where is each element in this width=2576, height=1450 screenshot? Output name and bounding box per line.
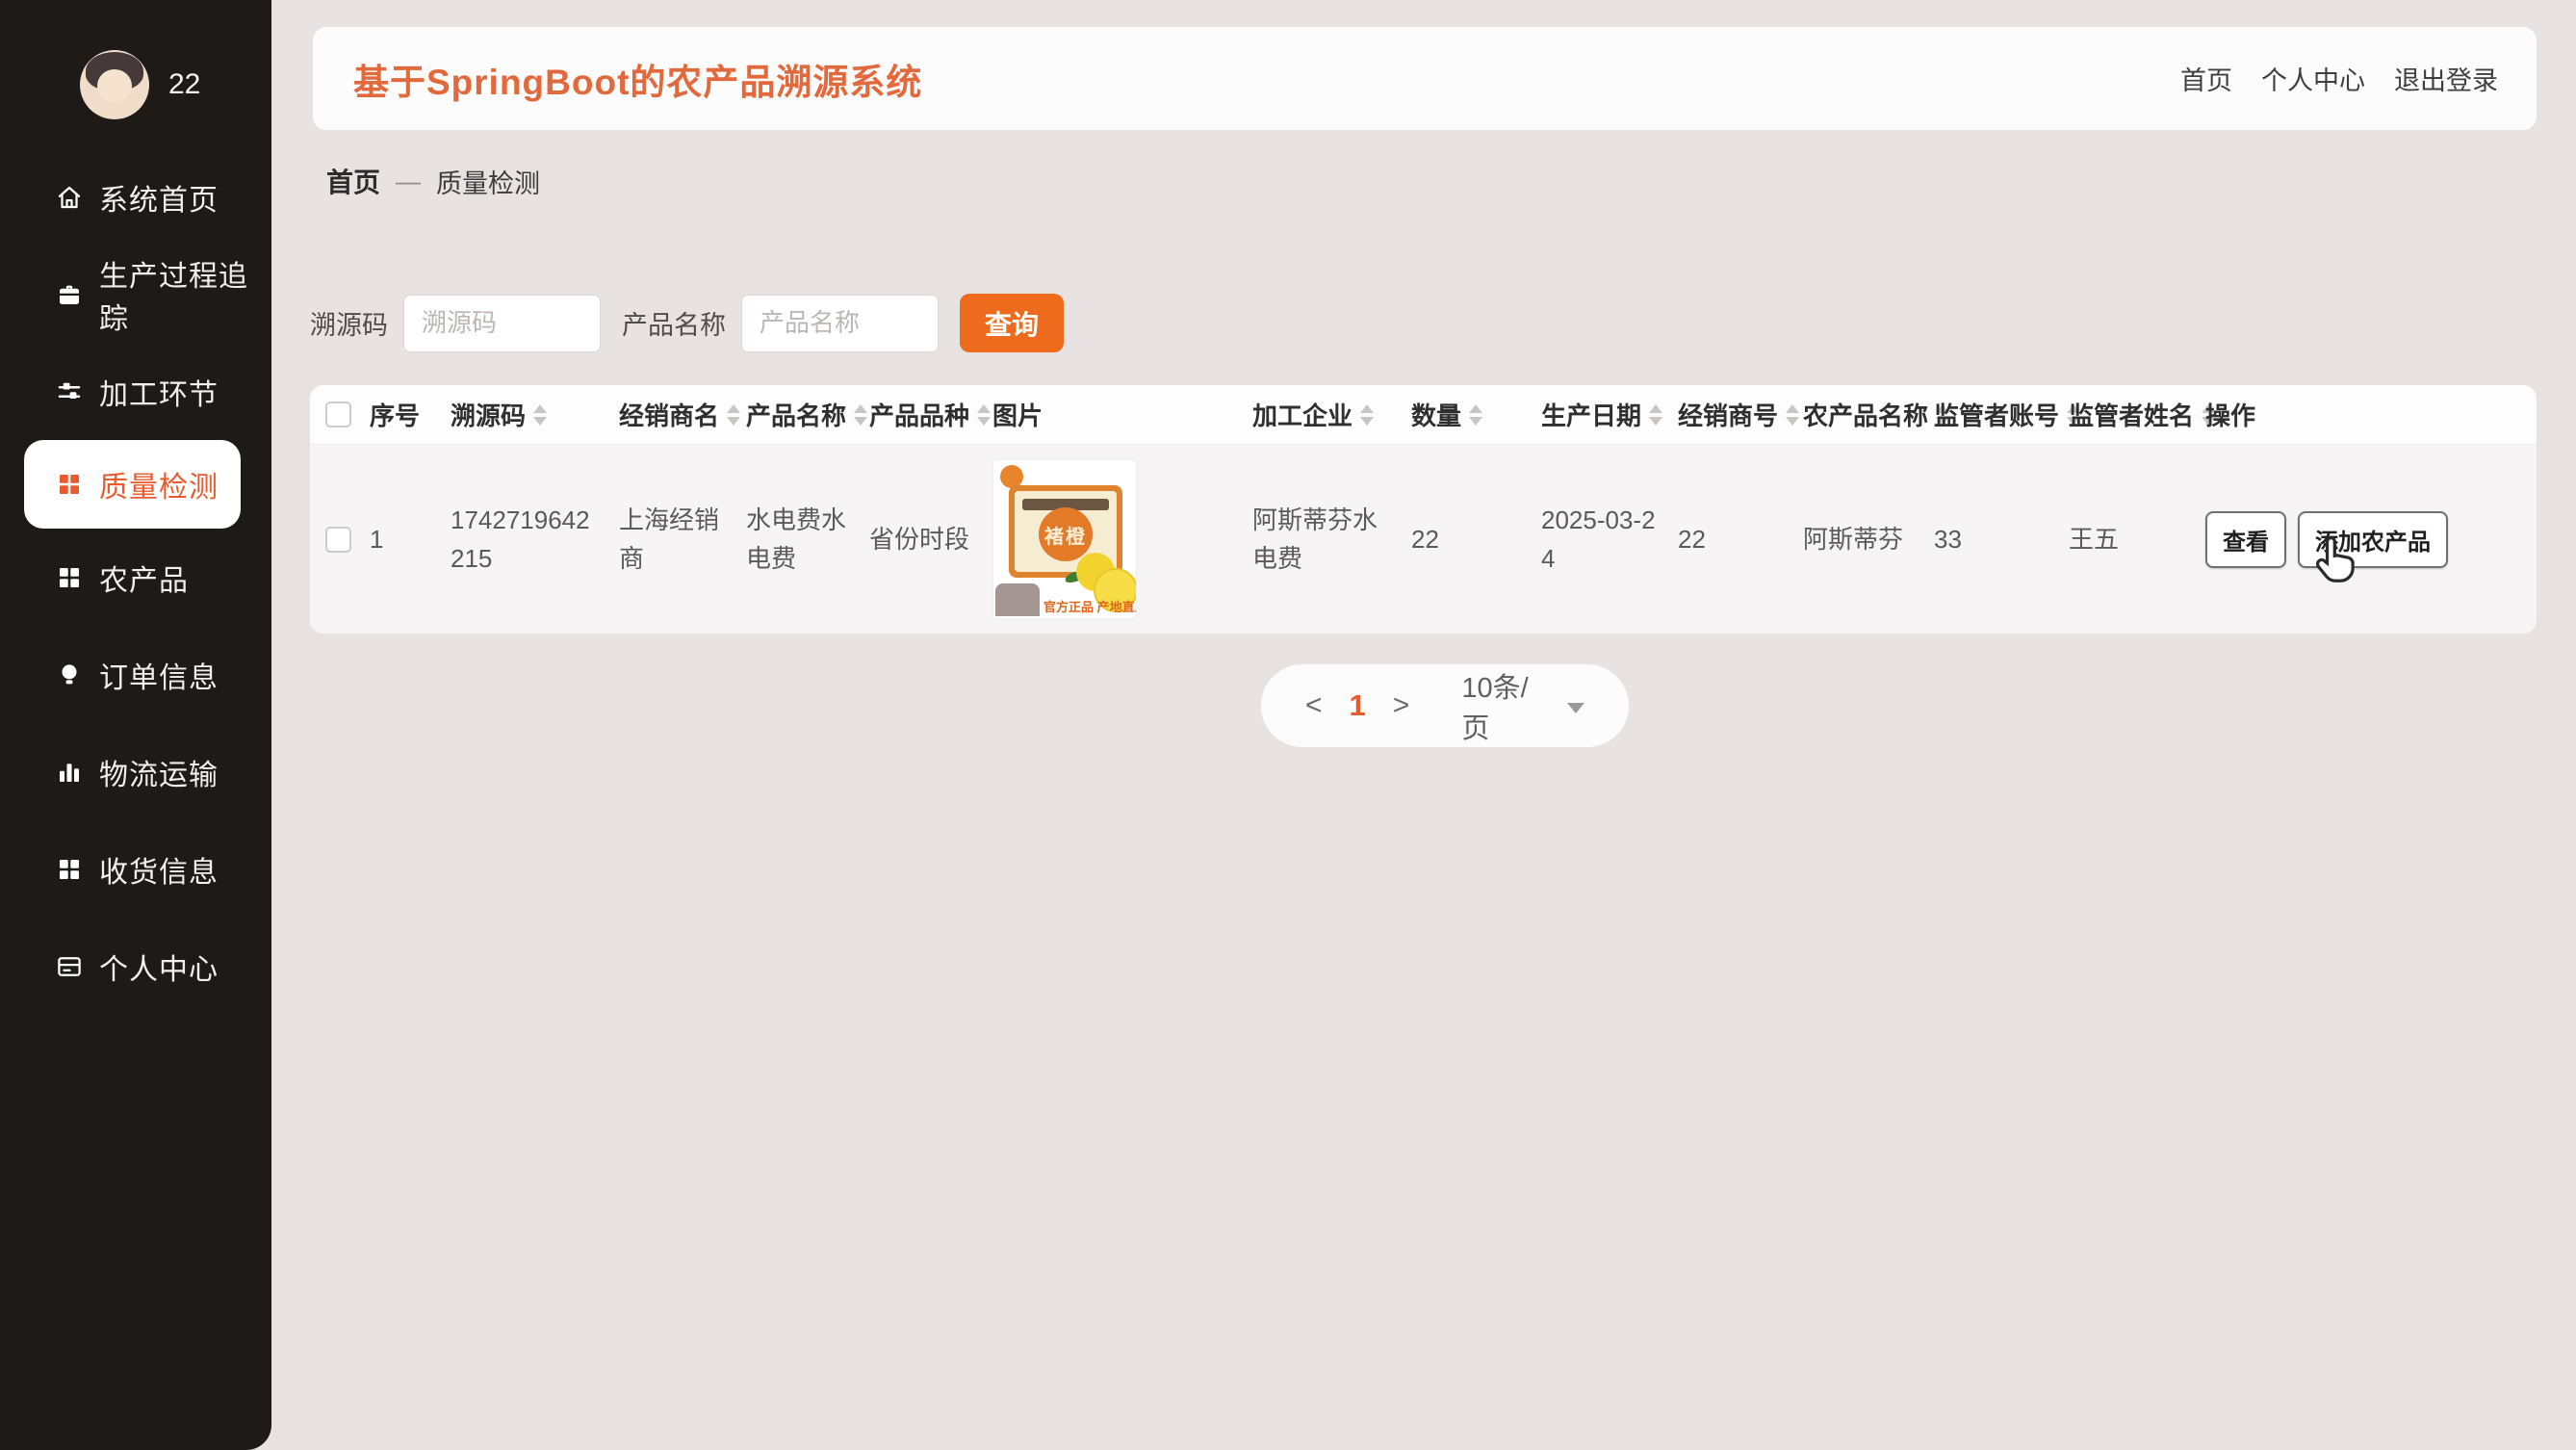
sort-icon[interactable] xyxy=(533,403,548,426)
breadcrumb: 首页 — 质量检测 xyxy=(326,162,540,200)
trace-code-label: 溯源码 xyxy=(310,311,388,340)
sidebar-item-label: 收货信息 xyxy=(99,856,219,889)
product-image[interactable]: 褚橙 官方正品 产地直发 xyxy=(992,459,1137,619)
sidebar-menu: 系统首页 生产过程追踪 加工环节 质量检测 农产品 订单信息 物流运输 收货信息… xyxy=(0,148,271,1015)
col-quantity: 数量 xyxy=(1411,401,1462,430)
home-icon xyxy=(58,186,81,208)
cell-index: 1 xyxy=(370,524,384,554)
page-number-1[interactable]: 1 xyxy=(1350,688,1366,723)
cell-dealer-no: 22 xyxy=(1678,524,1706,554)
col-supervisor-name: 监管者姓名 xyxy=(2069,401,2195,430)
product-name-input[interactable] xyxy=(741,294,939,352)
header-nav: 首页 个人中心 退出登录 xyxy=(2180,60,2498,97)
table-row[interactable]: 1 1742719642215 上海经销商 水电费水电费 省份时段 褚橙 官方正… xyxy=(310,445,2537,634)
profile: 22 xyxy=(80,50,271,119)
filter-bar: 溯源码 产品名称 查询 xyxy=(310,294,1064,352)
row-actions: 查看 添加农产品 xyxy=(2205,510,2448,568)
trace-code-input[interactable] xyxy=(403,294,601,352)
page-title: 基于SpringBoot的农产品溯源系统 xyxy=(353,62,923,102)
sidebar-item-processing[interactable]: 加工环节 xyxy=(0,343,271,440)
search-button[interactable]: 查询 xyxy=(960,294,1064,352)
card-icon xyxy=(58,956,81,976)
breadcrumb-current: 质量检测 xyxy=(436,168,541,198)
sidebar-item-farm-products[interactable]: 农产品 xyxy=(0,529,271,626)
cell-farm-product: 阿斯蒂芬 xyxy=(1803,524,1904,554)
sidebar-item-label: 农产品 xyxy=(99,564,189,597)
sidebar-item-label: 加工环节 xyxy=(99,378,219,411)
col-supervisor-account: 监管者账号 xyxy=(1934,401,2060,430)
main-content: 基于SpringBoot的农产品溯源系统 首页 个人中心 退出登录 首页 — 质… xyxy=(271,0,2576,1450)
col-variety: 产品品种 xyxy=(869,401,970,430)
sidebar-item-label: 生产过程追踪 xyxy=(99,260,248,335)
col-company: 加工企业 xyxy=(1252,401,1353,430)
nav-link-logout[interactable]: 退出登录 xyxy=(2394,60,2498,97)
sidebar-item-quality-check[interactable]: 质量检测 xyxy=(24,440,241,529)
col-dealer-no: 经销商号 xyxy=(1678,401,1779,430)
cell-variety: 省份时段 xyxy=(869,524,970,554)
cell-quantity: 22 xyxy=(1411,524,1439,554)
nav-link-home[interactable]: 首页 xyxy=(2180,60,2232,97)
sidebar-item-label: 物流运输 xyxy=(99,759,219,791)
col-date: 生产日期 xyxy=(1541,401,1642,430)
page-size-value: 10条/页 xyxy=(1461,673,1529,744)
avatar[interactable] xyxy=(80,50,149,119)
image-banner-text: 官方正品 产地直发 xyxy=(1043,600,1137,614)
col-index: 序号 xyxy=(370,401,421,430)
col-image: 图片 xyxy=(992,401,1043,430)
sidebar-item-logistics[interactable]: 物流运输 xyxy=(0,723,271,820)
col-farm-product: 农产品名称 xyxy=(1803,401,1929,430)
sidebar-item-production-tracking[interactable]: 生产过程追踪 xyxy=(0,246,271,343)
cell-supervisor-account: 33 xyxy=(1934,524,1962,554)
col-trace-code: 溯源码 xyxy=(451,401,527,430)
sort-icon[interactable] xyxy=(1649,403,1663,426)
next-page-button[interactable]: > xyxy=(1393,689,1410,722)
breadcrumb-root[interactable]: 首页 xyxy=(326,162,380,200)
chevron-down-icon xyxy=(1567,702,1584,713)
pagination: < 1 > 10条/页 xyxy=(1261,664,1629,747)
sidebar-item-label: 个人中心 xyxy=(99,953,219,986)
col-actions: 操作 xyxy=(2205,401,2256,430)
nav-link-personal-center[interactable]: 个人中心 xyxy=(2261,60,2365,97)
row-checkbox[interactable] xyxy=(325,526,351,553)
sidebar-item-system-home[interactable]: 系统首页 xyxy=(0,148,271,246)
image-box-title: 褚橙 xyxy=(1044,526,1087,548)
grid-icon xyxy=(60,567,79,587)
select-all-checkbox[interactable] xyxy=(325,401,351,427)
sort-icon[interactable] xyxy=(1360,403,1375,426)
product-name-label: 产品名称 xyxy=(622,311,726,340)
sidebar: 22 系统首页 生产过程追踪 加工环节 质量检测 农产品 订单信息 物流运输 收… xyxy=(0,0,271,1450)
add-farm-product-button[interactable]: 添加农产品 xyxy=(2298,510,2448,568)
grid-icon xyxy=(60,475,79,494)
cell-supervisor-name: 王五 xyxy=(2069,524,2120,554)
view-button[interactable]: 查看 xyxy=(2205,510,2286,568)
sidebar-item-orders[interactable]: 订单信息 xyxy=(0,626,271,723)
sidebar-item-label: 系统首页 xyxy=(99,184,219,217)
sidebar-item-label: 质量检测 xyxy=(99,472,219,504)
quality-check-table: 序号 溯源码 经销商名 产品名称 产品品种 图片 加工企业 数量 生产日期 经销… xyxy=(310,385,2537,634)
bulb-icon xyxy=(62,663,77,684)
page-size-select[interactable]: 10条/页 xyxy=(1461,665,1584,746)
cell-company: 阿斯蒂芬水电费 xyxy=(1252,505,1378,573)
cell-product-name: 水电费水电费 xyxy=(746,505,847,573)
sidebar-item-label: 订单信息 xyxy=(99,661,219,694)
profile-name: 22 xyxy=(168,68,201,100)
table-header-row: 序号 溯源码 经销商名 产品名称 产品品种 图片 加工企业 数量 生产日期 经销… xyxy=(310,385,2537,445)
sidebar-item-personal-center[interactable]: 个人中心 xyxy=(0,918,271,1015)
bar-chart-icon xyxy=(60,763,79,782)
cell-dealer: 上海经销商 xyxy=(619,505,720,573)
col-dealer: 经销商名 xyxy=(619,401,720,430)
breadcrumb-separator: — xyxy=(396,166,422,195)
grid-icon xyxy=(60,859,79,879)
sort-icon[interactable] xyxy=(1469,403,1483,426)
cell-date: 2025-03-24 xyxy=(1541,505,1656,573)
prev-page-button[interactable]: < xyxy=(1305,689,1323,722)
briefcase-icon xyxy=(60,285,79,304)
cell-trace-code: 1742719642215 xyxy=(451,505,590,573)
image-gray-badge xyxy=(995,583,1040,616)
header-bar: 基于SpringBoot的农产品溯源系统 首页 个人中心 退出登录 xyxy=(313,27,2537,130)
sliders-icon xyxy=(58,382,81,399)
sidebar-item-receiving[interactable]: 收货信息 xyxy=(0,820,271,918)
col-product-name: 产品名称 xyxy=(746,401,847,430)
